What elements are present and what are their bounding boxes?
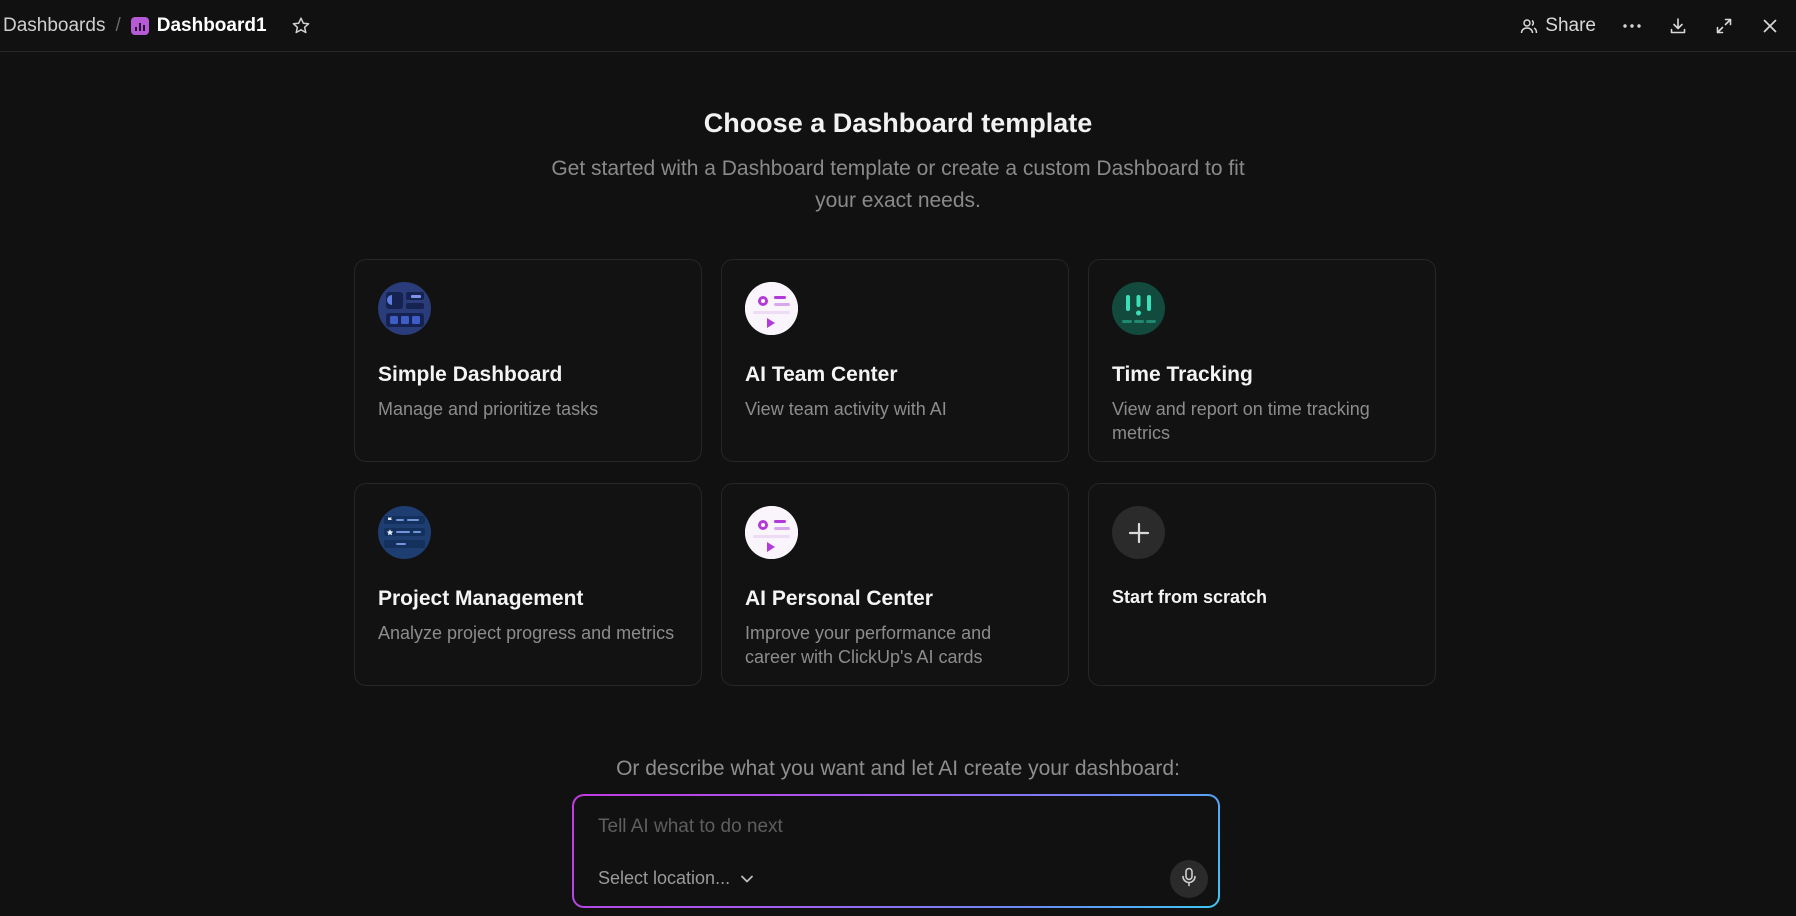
more-icon[interactable] — [1622, 16, 1642, 36]
ai-prompt-input[interactable] — [598, 816, 1158, 838]
template-description: Analyze project progress and metrics — [378, 623, 675, 643]
ai-input-inner: Select location... — [574, 796, 1218, 906]
template-card-ai-personal-center[interactable]: AI Personal Center Improve your performa… — [721, 483, 1069, 686]
template-description: Manage and prioritize tasks — [378, 399, 599, 419]
share-icon — [1519, 16, 1539, 36]
favorite-star-icon[interactable] — [291, 16, 311, 36]
breadcrumb: Dashboards / Dashboard1 — [3, 15, 311, 37]
page-title: Choose a Dashboard template — [703, 108, 1093, 138]
plus-icon — [1112, 506, 1165, 559]
breadcrumb-dashboards[interactable]: Dashboards — [3, 15, 105, 37]
expand-icon[interactable] — [1714, 16, 1734, 36]
top-bar: Dashboards / Dashboard1 Share — [0, 0, 1796, 52]
chevron-down-icon — [740, 868, 754, 889]
template-title: Simple Dashboard — [378, 363, 563, 386]
simple-dashboard-icon — [378, 282, 431, 335]
breadcrumb-current-label: Dashboard1 — [156, 14, 267, 36]
template-description: View team activity with AI — [745, 399, 947, 419]
select-location-dropdown[interactable]: Select location... — [598, 868, 754, 889]
ai-input-box: Select location... — [572, 794, 1220, 908]
dashboard-icon — [130, 16, 149, 35]
template-card-ai-team-center[interactable]: AI Team Center View team activity with A… — [721, 259, 1069, 462]
breadcrumb-current[interactable]: Dashboard1 — [130, 14, 267, 37]
template-title: Start from scratch — [1112, 587, 1268, 607]
ai-team-center-icon — [745, 282, 798, 335]
microphone-button[interactable] — [1170, 860, 1208, 898]
select-location-label: Select location... — [598, 868, 731, 888]
template-title: Time Tracking — [1112, 363, 1253, 386]
close-icon[interactable] — [1760, 16, 1780, 36]
breadcrumb-separator: / — [115, 14, 121, 36]
page-subtitle: Get started with a Dashboard template or… — [551, 157, 1245, 212]
template-card-time-tracking[interactable]: Time Tracking View and report on time tr… — [1088, 259, 1436, 462]
template-title: AI Personal Center — [745, 587, 933, 610]
template-card-simple-dashboard[interactable]: Simple Dashboard Manage and prioritize t… — [354, 259, 702, 462]
ai-personal-center-icon — [745, 506, 798, 559]
template-card-start-from-scratch[interactable]: Start from scratch — [1088, 483, 1436, 686]
time-tracking-icon — [1112, 282, 1165, 335]
share-button[interactable]: Share — [1519, 15, 1596, 37]
header-actions: Share — [1519, 15, 1780, 37]
template-description: Improve your performance and career with… — [745, 623, 992, 667]
template-title: AI Team Center — [745, 363, 898, 386]
ai-prompt-label: Or describe what you want and let AI cre… — [616, 757, 1180, 780]
template-description: View and report on time tracking metrics — [1112, 399, 1370, 443]
download-icon[interactable] — [1668, 16, 1688, 36]
project-management-icon — [378, 506, 431, 559]
microphone-icon — [1181, 867, 1197, 892]
template-card-project-management[interactable]: Project Management Analyze project progr… — [354, 483, 702, 686]
share-label: Share — [1545, 14, 1596, 36]
template-title: Project Management — [378, 587, 584, 610]
template-grid: Simple Dashboard Manage and prioritize t… — [354, 259, 1436, 686]
